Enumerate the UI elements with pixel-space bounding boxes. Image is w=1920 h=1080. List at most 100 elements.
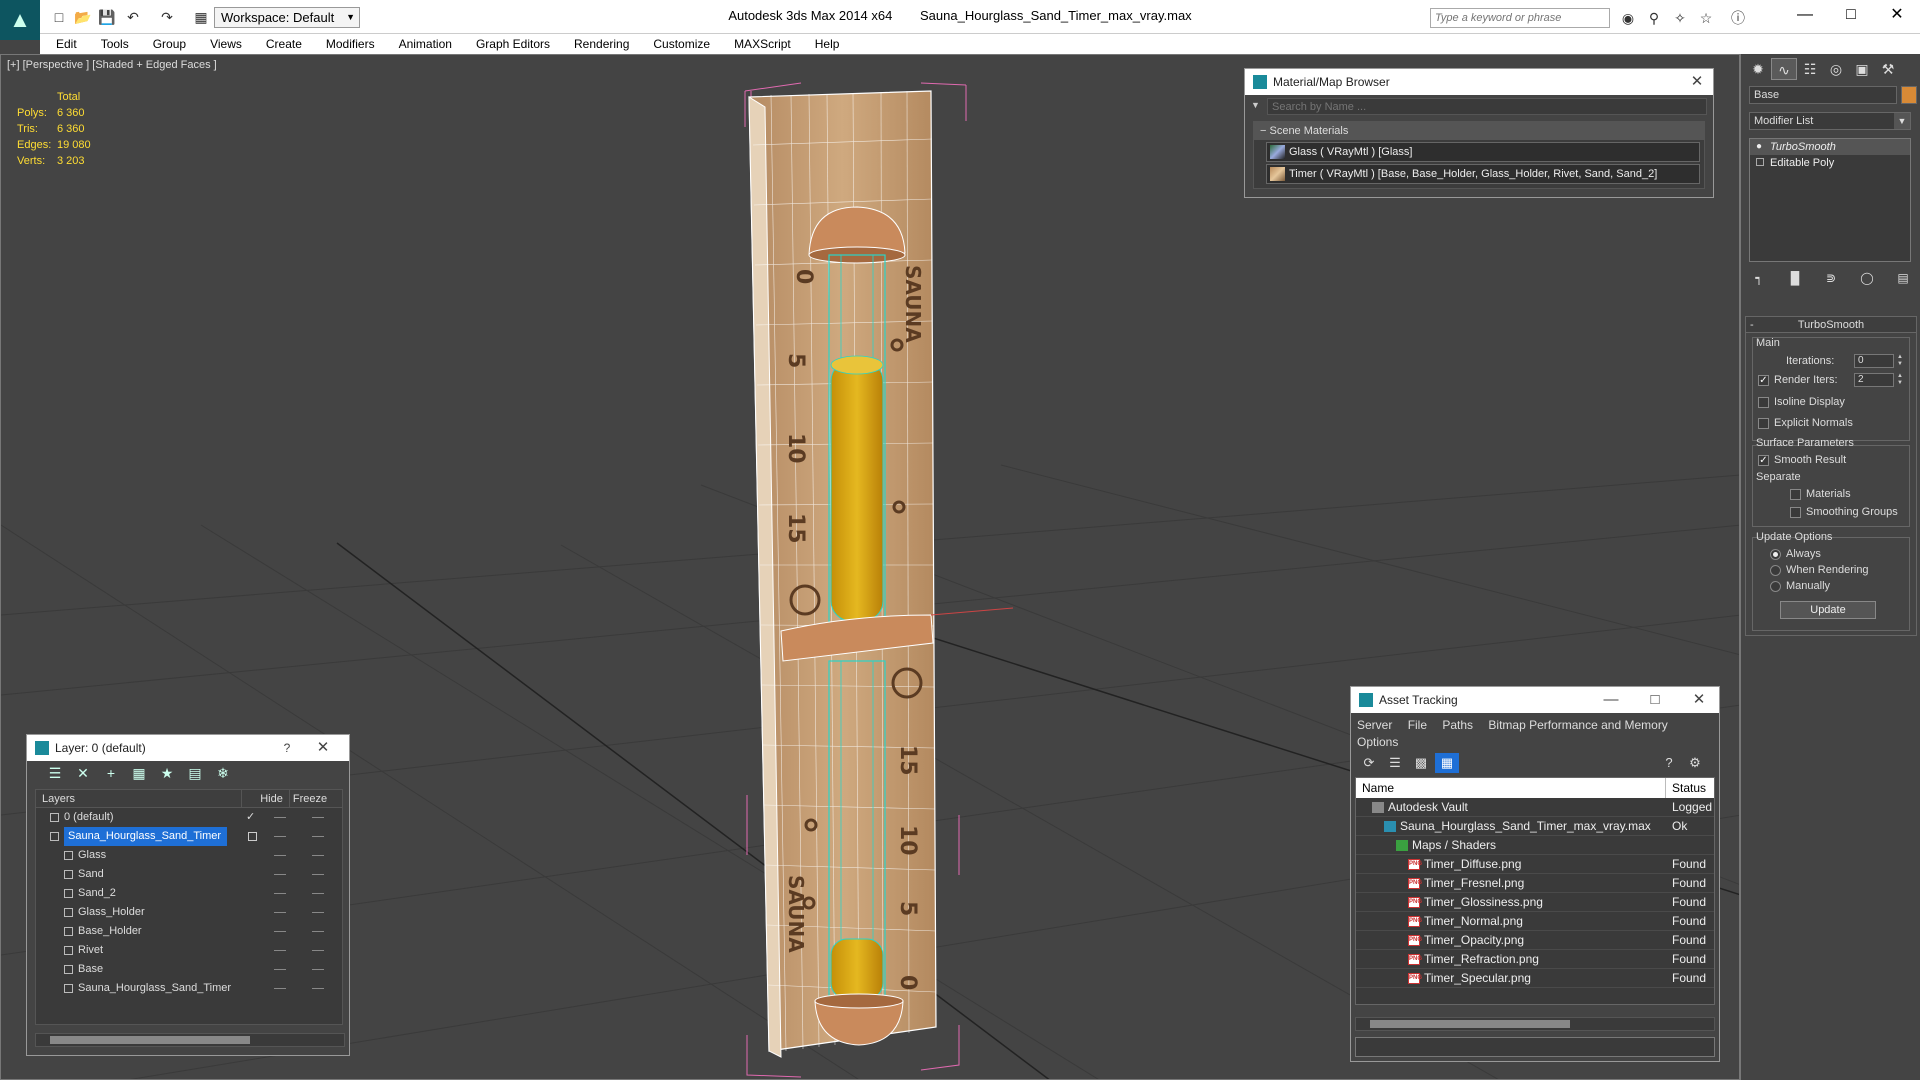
tree-view-icon[interactable]: ▩ bbox=[1409, 753, 1433, 773]
freeze-toggle[interactable] bbox=[312, 836, 324, 837]
filter-dropdown-icon[interactable]: ▼ bbox=[1251, 100, 1260, 110]
asset-row[interactable]: Sauna_Hourglass_Sand_Timer_max_vray.max O… bbox=[1356, 817, 1714, 836]
minimize-button[interactable]: — bbox=[1782, 0, 1828, 32]
favorites-star-icon[interactable]: ☆ bbox=[1696, 8, 1716, 28]
menu-edit[interactable]: Edit bbox=[40, 34, 89, 54]
hide-toggle[interactable] bbox=[274, 836, 286, 837]
col-name[interactable]: Name bbox=[1356, 778, 1666, 798]
menu-server[interactable]: Server bbox=[1357, 718, 1392, 732]
create-layer-icon[interactable]: ☰ bbox=[41, 765, 69, 782]
layer-row[interactable]: Rivet bbox=[36, 941, 342, 960]
freeze-all-icon[interactable]: ❄ bbox=[209, 765, 237, 782]
scrollbar-thumb[interactable] bbox=[1370, 1020, 1570, 1028]
hide-toggle[interactable] bbox=[274, 969, 286, 970]
utilities-tab-icon[interactable]: ⚒ bbox=[1875, 58, 1901, 80]
add-to-layer-icon[interactable]: + bbox=[97, 765, 125, 781]
layer-name[interactable]: Sand_2 bbox=[78, 884, 116, 903]
col-freeze[interactable]: Freeze bbox=[290, 790, 330, 807]
select-objects-icon[interactable]: ▦ bbox=[125, 765, 153, 782]
search-icon[interactable]: ⚲ bbox=[1644, 8, 1664, 28]
set-current-layer-icon[interactable] bbox=[248, 832, 257, 841]
manually-radio[interactable] bbox=[1770, 581, 1781, 592]
menu-graph-editors[interactable]: Graph Editors bbox=[464, 34, 562, 54]
freeze-toggle[interactable] bbox=[312, 950, 324, 951]
motion-tab-icon[interactable]: ◎ bbox=[1823, 58, 1849, 80]
hide-toggle[interactable] bbox=[274, 893, 286, 894]
hide-toggle[interactable] bbox=[274, 912, 286, 913]
open-file-icon[interactable]: 📂 bbox=[74, 8, 92, 26]
menu-animation[interactable]: Animation bbox=[387, 34, 464, 54]
freeze-toggle[interactable] bbox=[312, 969, 324, 970]
current-layer-check-icon[interactable]: ✓ bbox=[246, 808, 255, 827]
layer-name[interactable]: Glass_Holder bbox=[78, 903, 145, 922]
material-browser-titlebar[interactable]: Material/Map Browser ✕ bbox=[1245, 69, 1713, 95]
render-iters-spinner[interactable]: 2 bbox=[1854, 373, 1894, 387]
asset-row[interactable]: PNG Timer_Glossiness.png Found bbox=[1356, 893, 1714, 912]
horizontal-scrollbar[interactable] bbox=[35, 1033, 345, 1047]
freeze-toggle[interactable] bbox=[312, 817, 324, 818]
layer-row[interactable]: Sauna_Hourglass_Sand_Timer bbox=[36, 827, 342, 846]
freeze-toggle[interactable] bbox=[312, 855, 324, 856]
undo-icon[interactable]: ↶ bbox=[124, 8, 142, 26]
col-status[interactable]: Status bbox=[1666, 778, 1706, 798]
col-hide[interactable]: Hide bbox=[254, 790, 290, 807]
explicit-normals-checkbox[interactable] bbox=[1758, 418, 1769, 429]
layer-row[interactable]: Sauna_Hourglass_Sand_Timer bbox=[36, 979, 342, 998]
hide-toggle[interactable] bbox=[274, 950, 286, 951]
layer-name[interactable]: Base bbox=[78, 960, 103, 979]
menu-views[interactable]: Views bbox=[198, 34, 254, 54]
hide-toggle[interactable] bbox=[274, 874, 286, 875]
col-layers[interactable]: Layers bbox=[36, 790, 242, 807]
menu-paths[interactable]: Paths bbox=[1442, 718, 1473, 732]
asset-row[interactable]: PNG Timer_Fresnel.png Found bbox=[1356, 874, 1714, 893]
project-folder-icon[interactable]: ▦ bbox=[192, 8, 210, 26]
lightbulb-icon[interactable]: ● bbox=[1756, 142, 1765, 152]
material-item-timer[interactable]: Timer ( VRayMtl ) [Base, Base_Holder, Gl… bbox=[1266, 164, 1700, 184]
modifier-list-dropdown[interactable]: Modifier List ▼ bbox=[1749, 112, 1911, 130]
iterations-spinner[interactable]: 0 bbox=[1854, 354, 1894, 368]
layer-row[interactable]: Glass bbox=[36, 846, 342, 865]
close-icon[interactable]: ✕ bbox=[311, 735, 335, 761]
layer-row[interactable]: Glass_Holder bbox=[36, 903, 342, 922]
menu-help[interactable]: Help bbox=[803, 34, 852, 54]
hide-all-icon[interactable]: ▤ bbox=[181, 765, 209, 782]
freeze-toggle[interactable] bbox=[312, 912, 324, 913]
expand-icon[interactable] bbox=[1756, 158, 1764, 166]
settings-icon[interactable]: ⚙ bbox=[1683, 753, 1707, 773]
asset-tracking-titlebar[interactable]: Asset Tracking — □ ✕ bbox=[1351, 687, 1719, 713]
menu-options[interactable]: Options bbox=[1357, 735, 1398, 749]
isoline-display-checkbox[interactable] bbox=[1758, 397, 1769, 408]
horizontal-scrollbar[interactable] bbox=[1355, 1017, 1715, 1031]
table-view-icon[interactable]: ▦ bbox=[1435, 753, 1459, 773]
viewport-label[interactable]: [+] [Perspective ] [Shaded + Edged Faces… bbox=[7, 59, 217, 71]
layer-name[interactable]: Base_Holder bbox=[78, 922, 142, 941]
menu-bitmap-performance[interactable]: Bitmap Performance and Memory bbox=[1488, 718, 1667, 732]
layer-name[interactable]: Glass bbox=[78, 846, 106, 865]
material-search-input[interactable] bbox=[1267, 98, 1707, 115]
connect-icon[interactable]: ✧ bbox=[1670, 8, 1690, 28]
keyword-search-input[interactable] bbox=[1430, 8, 1610, 28]
when-rendering-radio[interactable] bbox=[1770, 565, 1781, 576]
freeze-toggle[interactable] bbox=[312, 988, 324, 989]
material-item-glass[interactable]: Glass ( VRayMtl ) [Glass] bbox=[1266, 142, 1700, 162]
stack-item-editable-poly[interactable]: Editable Poly bbox=[1750, 155, 1910, 171]
layer-name[interactable]: Sand bbox=[78, 865, 104, 884]
rollout-header[interactable]: - TurboSmooth bbox=[1746, 317, 1916, 333]
scene-materials-header[interactable]: − Scene Materials bbox=[1254, 122, 1704, 140]
app-logo-icon[interactable]: ▲ bbox=[0, 0, 40, 40]
layer-row[interactable]: Sand bbox=[36, 865, 342, 884]
menu-file[interactable]: File bbox=[1408, 718, 1427, 732]
refresh-icon[interactable]: ⟳ bbox=[1357, 753, 1381, 773]
layer-name[interactable]: Sauna_Hourglass_Sand_Timer bbox=[64, 827, 228, 846]
update-button[interactable]: Update bbox=[1780, 601, 1876, 619]
menu-group[interactable]: Group bbox=[141, 34, 198, 54]
layer-name[interactable]: Sauna_Hourglass_Sand_Timer bbox=[78, 979, 231, 998]
delete-layer-icon[interactable]: ✕ bbox=[69, 765, 97, 782]
layer-name[interactable]: Rivet bbox=[78, 941, 103, 960]
close-button[interactable]: ✕ bbox=[1874, 0, 1920, 32]
sand-upper[interactable] bbox=[830, 360, 884, 622]
layer-row[interactable]: 0 (default) ✓ bbox=[36, 808, 342, 827]
workspace-dropdown[interactable]: Workspace: Default ▼ bbox=[214, 7, 360, 28]
create-tab-icon[interactable]: ✹ bbox=[1745, 58, 1771, 80]
layer-row[interactable]: Base_Holder bbox=[36, 922, 342, 941]
